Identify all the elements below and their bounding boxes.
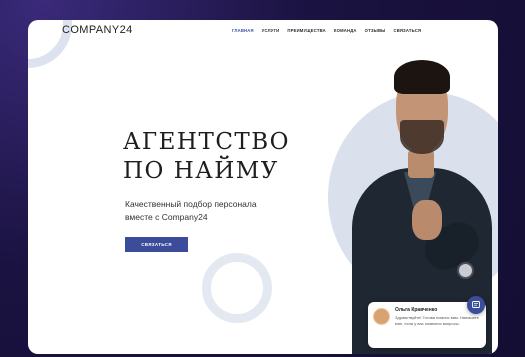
hero-title-line1: АГЕНТСТВО	[123, 129, 291, 155]
nav-item-home[interactable]: ГЛАВНАЯ	[232, 28, 254, 33]
nav-item-advantages[interactable]: ПРЕИМУЩЕСТВА	[287, 28, 325, 33]
hero-subtitle: Качественный подбор персонала вместе с C…	[125, 198, 315, 224]
hero-subtitle-line1: Качественный подбор персонала	[125, 199, 257, 209]
decorative-ring	[202, 253, 272, 323]
nav-item-contact[interactable]: СВЯЗАТЬСЯ	[394, 28, 422, 33]
hero-title: АГЕНТСТВО ПО НАЙМУ	[123, 128, 290, 186]
chat-icon	[472, 301, 480, 308]
contact-button[interactable]: СВЯЗАТЬСЯ	[125, 237, 188, 252]
site-header: COMPANY24 ГЛАВНАЯ УСЛУГИ ПРЕИМУЩЕСТВА КО…	[28, 20, 498, 44]
chat-open-button[interactable]	[467, 296, 485, 314]
agent-avatar	[373, 308, 390, 325]
hero-title-line2: ПО НАЙМУ	[123, 158, 279, 184]
logo[interactable]: COMPANY24	[62, 24, 133, 36]
chat-message: Здравствуйте! Готова помочь вам. Напишит…	[395, 315, 479, 326]
main-nav: ГЛАВНАЯ УСЛУГИ ПРЕИМУЩЕСТВА КОМАНДА ОТЗЫ…	[232, 28, 421, 33]
hero-subtitle-line2: вместе с Company24	[125, 212, 208, 222]
nav-item-team[interactable]: КОМАНДА	[334, 28, 357, 33]
nav-item-services[interactable]: УСЛУГИ	[262, 28, 280, 33]
nav-item-reviews[interactable]: ОТЗЫВЫ	[365, 28, 386, 33]
agent-name: Ольга Кравченко	[395, 307, 438, 313]
watch	[457, 262, 474, 279]
website-frame: COMPANY24 ГЛАВНАЯ УСЛУГИ ПРЕИМУЩЕСТВА КО…	[28, 20, 498, 354]
